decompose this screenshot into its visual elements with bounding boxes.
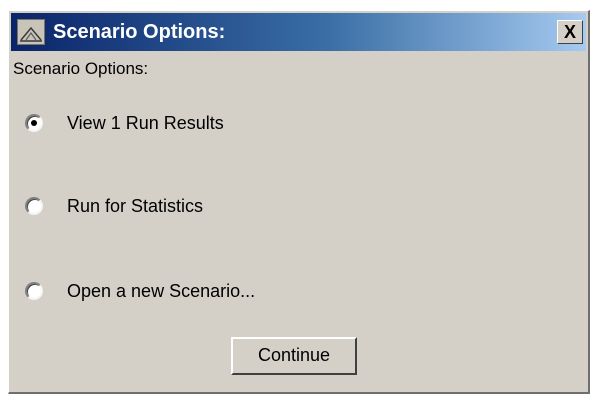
close-button[interactable]: X (557, 20, 583, 44)
continue-button[interactable]: Continue (231, 337, 357, 375)
title-bar[interactable]: Scenario Options: X (11, 13, 586, 51)
option-label[interactable]: View 1 Run Results (67, 111, 224, 135)
dialog-window: Scenario Options: X Scenario Options: Vi… (8, 10, 590, 394)
option-label[interactable]: Run for Statistics (67, 194, 203, 218)
window-title: Scenario Options: (53, 21, 226, 43)
java-cup-icon (17, 19, 45, 45)
radio-button[interactable] (25, 197, 43, 215)
option-label[interactable]: Open a new Scenario... (67, 279, 255, 303)
radio-button-selected[interactable] (25, 114, 43, 132)
radio-button[interactable] (25, 282, 43, 300)
dialog-header: Scenario Options: (13, 59, 149, 78)
